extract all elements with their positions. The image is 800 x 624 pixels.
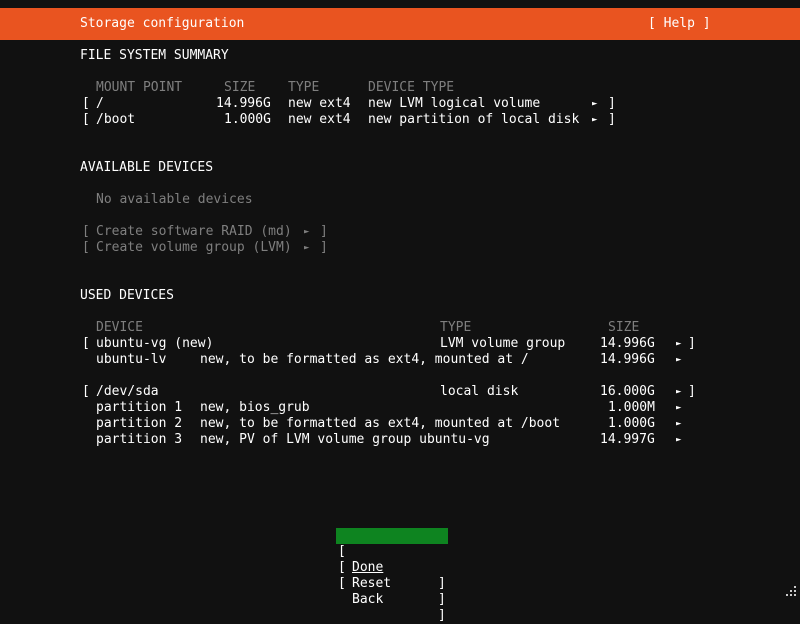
close-bracket: ]	[438, 608, 446, 623]
create-lvm-label: Create volume group (LVM)	[96, 240, 292, 255]
device-row-sda[interactable]: [ /dev/sda local disk 16.000G ► ]	[80, 384, 720, 400]
device-type: new partition of local disk	[368, 112, 580, 127]
device-desc: new, to be formatted as ext4, mounted at…	[200, 416, 561, 431]
back-label: Back	[352, 592, 384, 607]
arrow-right-icon: ►	[676, 339, 682, 349]
device-size: 16.000G	[600, 384, 655, 399]
device-desc: new, PV of LVM volume group ubuntu-vg	[200, 432, 490, 447]
device-name: ubuntu-lv	[96, 352, 167, 367]
grip-dot	[790, 594, 792, 596]
close-bracket: ]	[608, 96, 616, 111]
device-name: /dev/sda	[96, 384, 159, 399]
col-mount-point: MOUNT POINT	[96, 80, 183, 95]
device-type: new LVM logical volume	[368, 96, 541, 111]
fs-summary-heading: FILE SYSTEM SUMMARY	[80, 48, 229, 63]
open-bracket: [	[82, 240, 90, 255]
device-desc: new, to be formatted as ext4, mounted at…	[200, 352, 529, 367]
close-bracket: ]	[688, 384, 696, 399]
device-row-ubuntu-lv[interactable]: ubuntu-lv new, to be formatted as ext4, …	[80, 352, 720, 368]
fs-summary-header-row: MOUNT POINT SIZE TYPE DEVICE TYPE	[80, 80, 640, 96]
close-bracket: ]	[688, 336, 696, 351]
no-devices-text: No available devices	[96, 192, 253, 207]
arrow-right-icon: ►	[676, 403, 682, 413]
resize-grip-icon[interactable]	[786, 586, 798, 598]
col-size: SIZE	[608, 320, 640, 335]
device-size: 14.996G	[600, 352, 655, 367]
reset-label: Reset	[352, 576, 392, 591]
device-row-partition-1[interactable]: partition 1 new, bios_grub 1.000M ►	[80, 400, 720, 416]
device-name: ubuntu-vg (new)	[96, 336, 214, 351]
arrow-right-icon: ►	[676, 419, 682, 429]
open-bracket: [	[82, 112, 90, 127]
device-size: 1.000G	[608, 416, 655, 431]
close-bracket: ]	[438, 576, 446, 591]
arrow-right-icon: ►	[676, 435, 682, 445]
device-row-ubuntu-vg[interactable]: [ ubuntu-vg (new) LVM volume group 14.99…	[80, 336, 720, 352]
device-type: LVM volume group	[440, 336, 566, 351]
open-bracket: [	[338, 576, 346, 591]
arrow-right-icon: ►	[592, 99, 598, 109]
col-size: SIZE	[224, 80, 256, 95]
arrow-right-icon: ►	[304, 227, 310, 237]
col-type: TYPE	[440, 320, 472, 335]
arrow-right-icon: ►	[592, 115, 598, 125]
open-bracket: [	[82, 224, 90, 239]
mount-point: /boot	[96, 112, 136, 127]
create-raid-button[interactable]: [ Create software RAID (md) ► ]	[80, 224, 340, 240]
close-bracket: ]	[320, 224, 328, 239]
create-raid-label: Create software RAID (md)	[96, 224, 292, 239]
used-devices-header-row: DEVICE TYPE SIZE	[80, 320, 720, 336]
reset-button[interactable]: [ Reset ]	[336, 544, 448, 607]
available-devices-heading: AVAILABLE DEVICES	[80, 160, 214, 175]
grip-dot	[794, 594, 796, 596]
col-device: DEVICE	[96, 320, 143, 335]
type: new ext4	[288, 96, 351, 111]
open-bracket: [	[82, 384, 90, 399]
arrow-right-icon: ►	[676, 387, 682, 397]
page-title: Storage configuration	[80, 16, 245, 31]
size: 14.996G	[216, 96, 271, 111]
grip-dot	[790, 590, 792, 592]
close-bracket: ]	[438, 592, 446, 607]
device-name: partition 3	[96, 432, 183, 447]
close-bracket: ]	[608, 112, 616, 127]
grip-dot	[794, 590, 796, 592]
device-name: partition 2	[96, 416, 183, 431]
grip-dot	[794, 586, 796, 588]
create-lvm-button[interactable]: [ Create volume group (LVM) ► ]	[80, 240, 340, 256]
col-type: TYPE	[288, 80, 320, 95]
device-row-partition-3[interactable]: partition 3 new, PV of LVM volume group …	[80, 432, 720, 448]
arrow-right-icon: ►	[676, 355, 682, 365]
device-size: 14.996G	[600, 336, 655, 351]
arrow-right-icon: ►	[304, 243, 310, 253]
help-button[interactable]: [ Help ]	[648, 16, 711, 32]
open-bracket: [	[82, 336, 90, 351]
mount-point: /	[96, 96, 104, 111]
close-bracket: ]	[320, 240, 328, 255]
col-device-type: DEVICE TYPE	[368, 80, 455, 95]
size: 1.000G	[224, 112, 271, 127]
device-desc: new, bios_grub	[200, 400, 310, 415]
back-button[interactable]: [ Back ]	[336, 560, 448, 623]
device-type: local disk	[440, 384, 519, 399]
open-bracket: [	[82, 96, 90, 111]
device-size: 1.000M	[608, 400, 655, 415]
fs-row-boot[interactable]: [ /boot 1.000G new ext4 new partition of…	[80, 112, 640, 128]
device-name: partition 1	[96, 400, 183, 415]
fs-row-root[interactable]: [ / 14.996G new ext4 new LVM logical vol…	[80, 96, 640, 112]
used-devices-heading: USED DEVICES	[80, 288, 174, 303]
device-row-partition-2[interactable]: partition 2 new, to be formatted as ext4…	[80, 416, 720, 432]
grip-dot	[786, 594, 788, 596]
done-button[interactable]: [ Done ]	[336, 528, 448, 591]
device-size: 14.997G	[600, 432, 655, 447]
header-bar: Storage configuration [ Help ]	[0, 8, 800, 40]
type: new ext4	[288, 112, 351, 127]
